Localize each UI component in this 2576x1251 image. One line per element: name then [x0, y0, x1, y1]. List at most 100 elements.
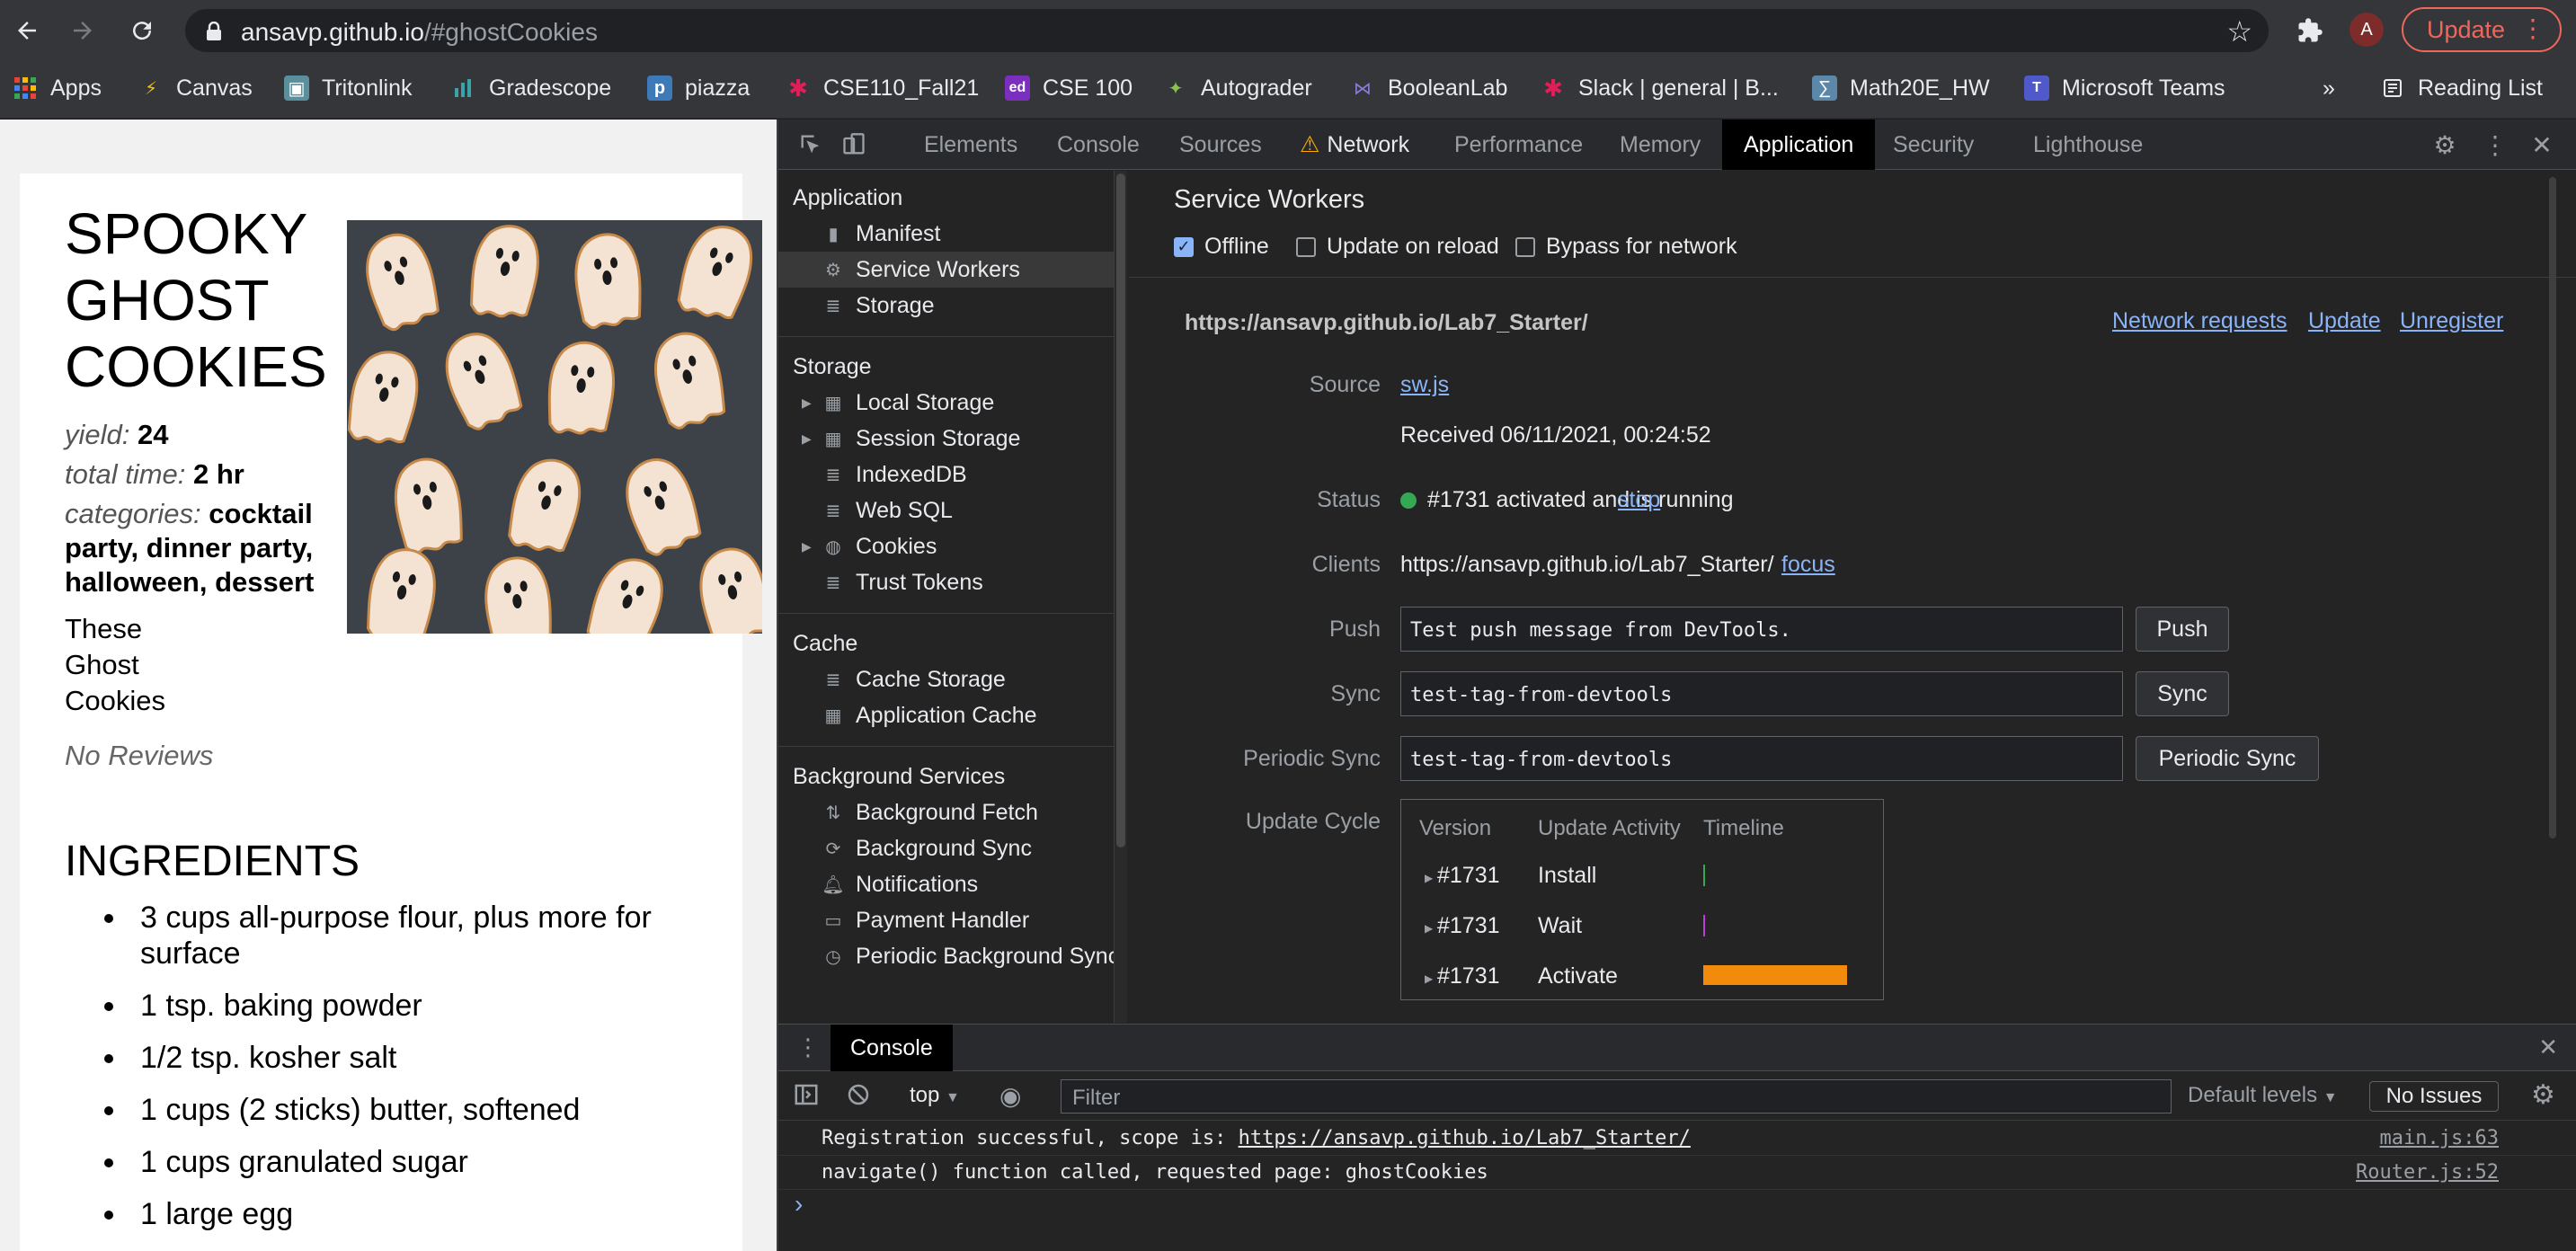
sidebar-item-cache-storage[interactable]: ≣ Cache Storage — [778, 661, 1114, 697]
sidebar-item-application-cache[interactable]: ▦ Application Cache — [778, 697, 1114, 733]
bookmark-tritonlink[interactable]: ▣ Tritonlink — [284, 72, 413, 104]
console-settings-gear-icon[interactable]: ⚙ — [2531, 1079, 2555, 1111]
back-button[interactable] — [9, 13, 45, 49]
sidebar-item-storage[interactable]: ≣ Storage — [778, 288, 1114, 324]
stop-link[interactable]: stop — [1618, 487, 1660, 513]
close-drawer-icon[interactable]: ✕ — [2538, 1034, 2558, 1061]
bookmark-canvas[interactable]: ⚡ Canvas — [138, 72, 253, 104]
devtools-menu-icon[interactable]: ⋮ — [2479, 129, 2511, 161]
bookmark-label: Microsoft Teams — [2062, 75, 2225, 101]
sidebar-item-background-sync[interactable]: ⟳ Background Sync — [778, 830, 1114, 866]
expand-triangle-icon[interactable]: ▶ — [802, 431, 812, 447]
bookmark-cse100[interactable]: ed CSE 100 — [1005, 72, 1133, 104]
device-toolbar-icon[interactable] — [838, 129, 870, 161]
clear-console-icon[interactable] — [845, 1081, 872, 1113]
tab-security[interactable]: Security — [1893, 120, 1974, 170]
sidebar-item-trust-tokens[interactable]: ≣ Trust Tokens — [778, 564, 1114, 600]
context-selector[interactable]: top ▼ — [910, 1083, 960, 1108]
expand-triangle-icon[interactable]: ▶ — [802, 395, 812, 411]
tab-elements[interactable]: Elements — [924, 120, 1017, 170]
forward-button[interactable] — [65, 13, 101, 49]
sidebar-item-indexeddb[interactable]: ≣ IndexedDB — [778, 457, 1114, 492]
sidebar-item-local-storage[interactable]: ▶ ▦ Local Storage — [778, 385, 1114, 421]
reload-icon — [133, 22, 152, 40]
bookmark-booleanlab[interactable]: ⋈ BooleanLab — [1350, 72, 1507, 104]
sidebar-toggle-icon[interactable] — [793, 1081, 820, 1113]
recipe-categories: categories: cocktail party, dinner party… — [65, 497, 352, 599]
sidebar-item-payment-handler[interactable]: ▭ Payment Handler — [778, 902, 1114, 938]
expand-triangle-icon[interactable]: ▶ — [1425, 972, 1433, 985]
offline-checkbox[interactable]: ✓ Offline — [1174, 234, 1269, 260]
tab-network[interactable]: ⚠ Network — [1300, 120, 1409, 170]
inspect-element-icon[interactable] — [795, 129, 827, 161]
console-prompt[interactable]: › — [795, 1190, 803, 1219]
puzzle-icon — [2298, 18, 2323, 42]
bookmarks-overflow-button[interactable]: » — [2323, 72, 2335, 104]
network-requests-link[interactable]: Network requests — [2112, 308, 2287, 334]
drawer-tab-console[interactable]: Console — [831, 1025, 953, 1071]
expand-triangle-icon[interactable]: ▶ — [802, 539, 812, 555]
drawer-menu-icon[interactable]: ⋮ — [796, 1034, 820, 1061]
tab-memory[interactable]: Memory — [1620, 120, 1701, 170]
sidebar-scrollbar-thumb[interactable] — [1116, 173, 1125, 847]
bookmark-math20e[interactable]: ∑ Math20E_HW — [1812, 72, 1990, 104]
log-source-link[interactable]: main.js:63 — [2380, 1127, 2499, 1149]
extensions-button[interactable] — [2292, 13, 2328, 49]
sidebar-item-background-fetch[interactable]: ⇅ Background Fetch — [778, 794, 1114, 830]
close-devtools-icon[interactable]: ✕ — [2526, 129, 2558, 161]
bookmark-piazza[interactable]: p piazza — [647, 72, 750, 104]
sidebar-item-web-sql[interactable]: ≣ Web SQL — [778, 492, 1114, 528]
push-message-input[interactable]: Test push message from DevTools. — [1400, 607, 2123, 652]
bookmark-star-icon[interactable]: ☆ — [2226, 14, 2252, 49]
bookmark-gradescope[interactable]: Gradescope — [451, 72, 611, 104]
sidebar-item-periodic-background-sync[interactable]: ◷ Periodic Background Sync — [778, 938, 1114, 974]
push-button[interactable]: Push — [2136, 607, 2229, 652]
unregister-link[interactable]: Unregister — [2400, 308, 2503, 334]
reading-list-button[interactable]: Reading List — [2380, 72, 2543, 104]
issues-button[interactable]: No Issues — [2369, 1081, 2499, 1112]
update-link[interactable]: Update — [2308, 308, 2381, 334]
cycle-version: #1731 — [1437, 963, 1500, 989]
bookmark-label: piazza — [685, 75, 751, 101]
bookmark-autograder[interactable]: ✦ Autograder — [1163, 72, 1312, 104]
bookmark-teams[interactable]: T Microsoft Teams — [2024, 72, 2225, 104]
address-bar[interactable]: ansavp.github.io/#ghostCookies ☆ — [185, 9, 2269, 52]
tab-lighthouse[interactable]: Lighthouse — [2033, 120, 2143, 170]
log-source-link[interactable]: Router.js:52 — [2356, 1161, 2499, 1184]
bookmark-apps[interactable]: Apps — [13, 72, 102, 104]
sidebar-item-notifications[interactable]: 🔔︎ Notifications — [778, 866, 1114, 902]
periodic-sync-tag-input[interactable]: test-tag-from-devtools — [1400, 736, 2123, 781]
reload-button[interactable] — [124, 13, 160, 49]
tab-sources[interactable]: Sources — [1179, 120, 1262, 170]
bypass-for-network-checkbox[interactable]: Bypass for network — [1515, 234, 1737, 260]
eye-icon[interactable]: ◉ — [999, 1081, 1021, 1111]
recipe-title: SPOOKY GHOST COOKIES — [65, 200, 361, 400]
expand-triangle-icon[interactable]: ▶ — [1425, 872, 1433, 884]
sidebar-item-manifest[interactable]: ▮ Manifest — [778, 216, 1114, 252]
sync-label: Sync — [1330, 681, 1381, 706]
update-on-reload-checkbox[interactable]: Update on reload — [1296, 234, 1499, 260]
tab-console[interactable]: Console — [1057, 120, 1140, 170]
log-levels-dropdown[interactable]: Default levels ▼ — [2188, 1083, 2338, 1108]
tab-application[interactable]: Application — [1722, 120, 1876, 170]
expand-triangle-icon[interactable]: ▶ — [1425, 922, 1433, 935]
sidebar-item-service-workers[interactable]: ⚙ Service Workers — [778, 252, 1114, 288]
bookmark-cse110[interactable]: ✱ CSE110_Fall21 — [786, 72, 979, 104]
sidebar-item-cookies[interactable]: ▶ ◍ Cookies — [778, 528, 1114, 564]
sidebar-item-session-storage[interactable]: ▶ ▦ Session Storage — [778, 421, 1114, 457]
settings-gear-icon[interactable]: ⚙ — [2429, 129, 2461, 161]
main-scrollbar-thumb[interactable] — [2549, 177, 2556, 838]
profile-avatar[interactable]: A — [2349, 13, 2384, 47]
tab-performance[interactable]: Performance — [1454, 120, 1583, 170]
log-link[interactable]: https://ansavp.github.io/Lab7_Starter/ — [1239, 1127, 1691, 1149]
sync-tag-input[interactable]: test-tag-from-devtools — [1400, 671, 2123, 716]
column-header-update-activity: Update Activity — [1538, 816, 1681, 840]
console-filter-input[interactable]: Filter — [1061, 1079, 2172, 1113]
focus-link[interactable]: focus — [1781, 552, 1835, 578]
sidebar-item-label: Cache Storage — [856, 666, 1006, 692]
periodic-sync-button[interactable]: Periodic Sync — [2136, 736, 2319, 781]
source-file-link[interactable]: sw.js — [1400, 372, 1449, 398]
bookmark-slack[interactable]: ✱ Slack | general | B... — [1541, 72, 1779, 104]
chrome-update-button[interactable]: Update ⋮ — [2402, 7, 2562, 52]
sync-button[interactable]: Sync — [2136, 671, 2229, 716]
